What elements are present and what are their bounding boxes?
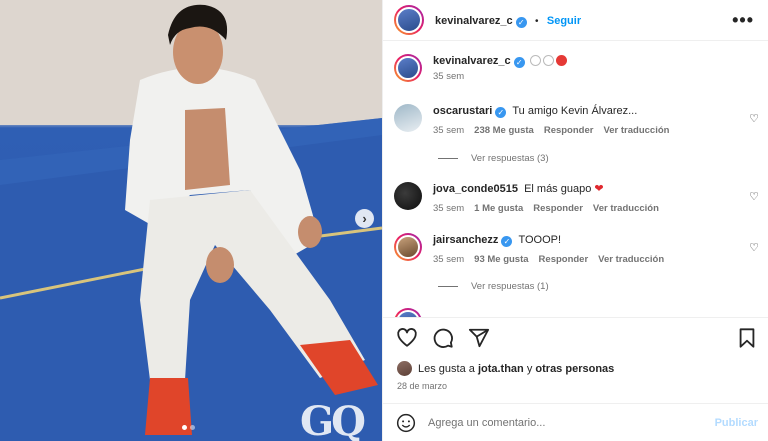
view-replies-button[interactable]: Ver respuestas (3) xyxy=(438,153,549,164)
comment-time: 35 sem xyxy=(433,203,465,214)
commenter-avatar-partial[interactable] xyxy=(394,308,422,317)
add-comment-bar: Publicar xyxy=(383,403,768,441)
comment-username[interactable]: jova_conde0515 xyxy=(433,183,518,195)
liker-avatar[interactable] xyxy=(397,361,412,376)
comment-body: oscarustari ✓ Tu amigo Kevin Álvarez... 3… xyxy=(433,104,759,136)
translate-button[interactable]: Ver traducción xyxy=(598,254,664,265)
comments-list[interactable]: kevinalvarez_c ✓ 35 sem oscarustari ✓ Tu a… xyxy=(383,42,768,317)
translate-button[interactable]: Ver traducción xyxy=(603,125,669,136)
likes-connector: y xyxy=(526,362,533,375)
comment-message: Tu amigo Kevin Álvarez... xyxy=(512,105,638,117)
caption-avatar[interactable] xyxy=(394,54,422,82)
commenter-avatar[interactable] xyxy=(394,233,422,261)
comment-text: oscarustari ✓ Tu amigo Kevin Álvarez... xyxy=(433,104,759,118)
liker-username[interactable]: jota.than xyxy=(478,363,524,375)
comment-likes[interactable]: 93 Me gusta xyxy=(474,254,528,265)
comment-message: El más guapo xyxy=(524,183,592,195)
translate-button[interactable]: Ver traducción xyxy=(593,203,659,214)
gq-watermark: GQ xyxy=(300,398,366,441)
carousel-dots xyxy=(182,425,195,430)
comment-time: 35 sem xyxy=(433,254,465,265)
verified-badge-icon: ✓ xyxy=(495,107,507,118)
view-replies-label: Ver respuestas (3) xyxy=(471,153,549,164)
carousel-dot-active xyxy=(182,425,187,430)
like-comment-heart-icon[interactable]: ♡ xyxy=(749,241,759,254)
emoji-white-circle-icon xyxy=(529,55,541,66)
caption-username[interactable]: kevinalvarez_c xyxy=(433,55,511,67)
comment-meta: 35 sem 238 Me gusta Responder Ver traduc… xyxy=(433,125,759,136)
follow-button[interactable]: Seguir xyxy=(547,15,581,27)
comment-item: jairsanchezz ✓ TOOOP! 35 sem 93 Me gusta … xyxy=(394,233,759,265)
heart-icon[interactable] xyxy=(396,327,418,349)
photo-illustration xyxy=(0,0,382,441)
comment-item: jova_conde0515 El más guapo ❤ 35 sem 1 M… xyxy=(394,182,759,214)
verified-badge-icon: ✓ xyxy=(513,57,525,68)
comment-time: 35 sem xyxy=(433,125,465,136)
other-likers-link[interactable]: otras personas xyxy=(535,363,614,375)
replies-line xyxy=(438,286,458,287)
commenter-avatar[interactable] xyxy=(394,182,422,210)
comment-item: oscarustari ✓ Tu amigo Kevin Álvarez... 3… xyxy=(394,104,759,136)
header-user: kevinalvarez_c ✓ • Seguir xyxy=(435,13,581,28)
caption-time: 35 sem xyxy=(433,71,465,82)
share-icon[interactable] xyxy=(468,327,490,349)
publish-button[interactable]: Publicar xyxy=(715,417,758,429)
verified-badge-icon: ✓ xyxy=(501,236,513,247)
comment-text: jairsanchezz ✓ TOOOP! xyxy=(433,233,759,247)
comment-body: jova_conde0515 El más guapo ❤ 35 sem 1 M… xyxy=(433,182,759,214)
reply-button[interactable]: Responder xyxy=(539,254,589,265)
post-header: kevinalvarez_c ✓ • Seguir ••• xyxy=(383,0,768,41)
author-avatar[interactable] xyxy=(394,5,424,35)
likes-summary: Les gusta a jota.than y otras personas xyxy=(397,361,614,376)
comment-likes[interactable]: 238 Me gusta xyxy=(474,125,534,136)
comment-icon[interactable] xyxy=(432,327,454,349)
view-replies-button[interactable]: Ver respuestas (1) xyxy=(438,281,549,292)
header-separator: • xyxy=(535,15,539,27)
like-comment-heart-icon[interactable]: ♡ xyxy=(749,112,759,125)
emoji-icon[interactable] xyxy=(396,413,416,433)
comment-text: jova_conde0515 El más guapo ❤ xyxy=(433,182,759,196)
like-comment-heart-icon[interactable]: ♡ xyxy=(749,190,759,203)
action-icons xyxy=(396,327,490,349)
post-photo[interactable]: GQ › xyxy=(0,0,382,441)
replies-line xyxy=(438,158,458,159)
reply-button[interactable]: Responder xyxy=(544,125,594,136)
commenter-avatar[interactable] xyxy=(394,104,422,132)
more-icon[interactable]: ••• xyxy=(732,11,754,29)
verified-badge-icon: ✓ xyxy=(515,16,527,28)
carousel-dot xyxy=(190,425,195,430)
comment-username[interactable]: jairsanchezz xyxy=(433,234,498,246)
comment-message: TOOOP! xyxy=(518,234,562,246)
author-username[interactable]: kevinalvarez_c xyxy=(435,15,513,27)
emoji-white-circle-icon xyxy=(542,55,554,66)
red-heart-emoji-icon: ❤ xyxy=(594,183,604,195)
caption-row: kevinalvarez_c ✓ 35 sem xyxy=(394,54,759,82)
comment-username[interactable]: oscarustari xyxy=(433,105,492,117)
emoji-red-circle-icon xyxy=(555,55,567,66)
post-actions: Les gusta a jota.than y otras personas 2… xyxy=(383,317,768,441)
view-replies-label: Ver respuestas (1) xyxy=(471,281,549,292)
post-sidebar: kevinalvarez_c ✓ • Seguir ••• kevinalvare… xyxy=(382,0,768,441)
caption-text: kevinalvarez_c ✓ xyxy=(433,54,759,68)
caption-body: kevinalvarez_c ✓ 35 sem xyxy=(433,54,759,82)
comment-meta: 35 sem 93 Me gusta Responder Ver traducc… xyxy=(433,254,759,265)
comment-meta: 35 sem 1 Me gusta Responder Ver traducci… xyxy=(433,203,759,214)
comment-body: jairsanchezz ✓ TOOOP! 35 sem 93 Me gusta … xyxy=(433,233,759,265)
likes-prefix: Les gusta a xyxy=(418,362,475,375)
chevron-right-icon[interactable]: › xyxy=(355,209,374,228)
reply-button[interactable]: Responder xyxy=(533,203,583,214)
comment-input[interactable] xyxy=(428,417,698,429)
bookmark-icon[interactable] xyxy=(736,327,758,349)
post-date[interactable]: 28 de marzo xyxy=(397,381,447,391)
comment-likes[interactable]: 1 Me gusta xyxy=(474,203,523,214)
caption-meta: 35 sem xyxy=(433,71,759,82)
